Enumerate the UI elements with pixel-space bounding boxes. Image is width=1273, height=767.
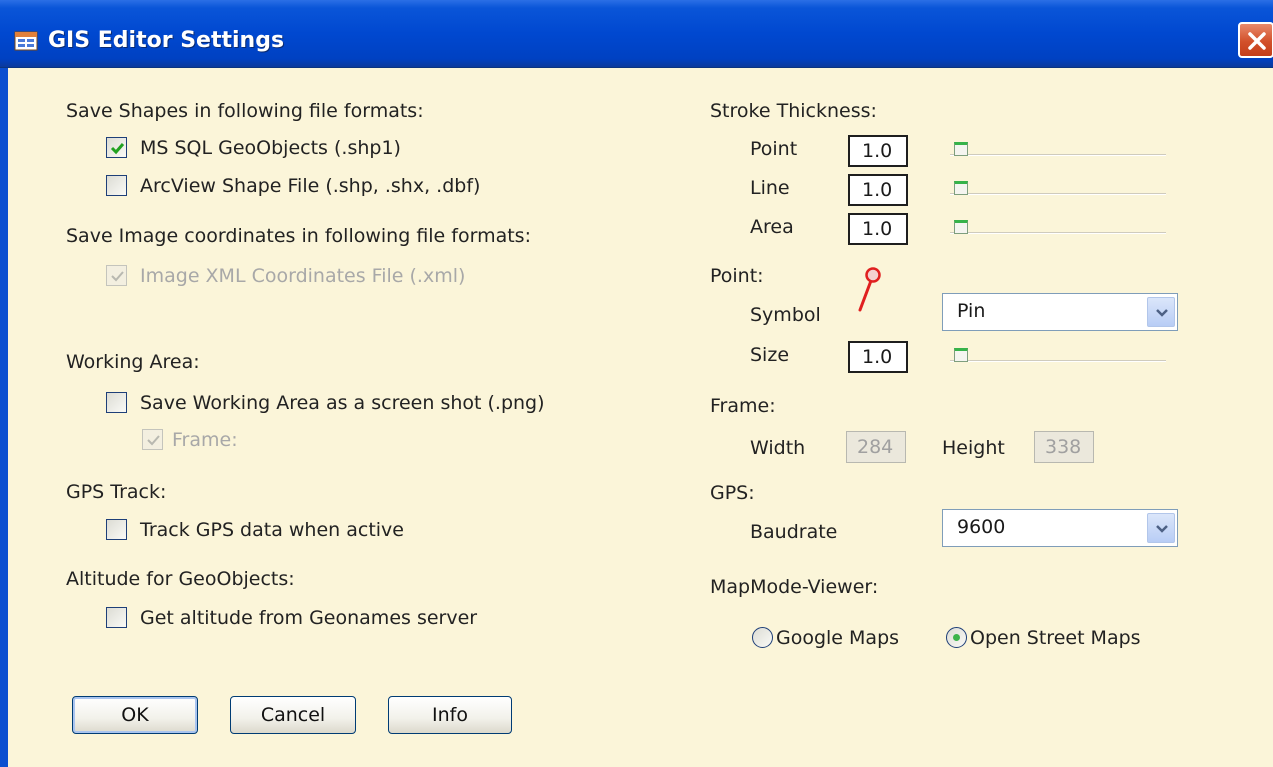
dialog-client-area: Save Shapes in following file formats: M… bbox=[8, 68, 1273, 767]
save-image-heading: Save Image coordinates in following file… bbox=[66, 225, 531, 247]
point-size-slider[interactable] bbox=[950, 346, 1166, 364]
frame-checkbox bbox=[142, 429, 163, 450]
gps-heading: GPS: bbox=[710, 482, 755, 504]
save-working-area-label[interactable]: Save Working Area as a screen shot (.png… bbox=[140, 392, 545, 414]
baudrate-label: Baudrate bbox=[750, 521, 838, 543]
chevron-down-icon bbox=[1156, 525, 1168, 533]
stroke-line-slider[interactable] bbox=[950, 179, 1166, 197]
stroke-thickness-heading: Stroke Thickness: bbox=[710, 100, 877, 122]
ms-sql-geoobjects-checkbox[interactable] bbox=[106, 137, 127, 158]
geonames-altitude-checkbox[interactable] bbox=[106, 607, 127, 628]
frame-heading: Frame: bbox=[710, 395, 776, 417]
save-shapes-heading: Save Shapes in following file formats: bbox=[66, 100, 424, 122]
stroke-point-input[interactable]: 1.0 bbox=[848, 135, 908, 167]
point-heading: Point: bbox=[710, 265, 764, 287]
google-maps-label[interactable]: Google Maps bbox=[776, 627, 899, 649]
baudrate-select[interactable]: 9600 bbox=[942, 509, 1178, 547]
ok-button[interactable]: OK bbox=[72, 696, 198, 734]
frame-checkbox-label: Frame: bbox=[172, 429, 238, 451]
pin-symbol-icon bbox=[858, 267, 881, 312]
slider-thumb[interactable] bbox=[954, 142, 968, 156]
title-bar[interactable]: GIS Editor Settings bbox=[0, 0, 1273, 68]
cancel-button[interactable]: Cancel bbox=[230, 696, 356, 734]
stroke-area-label: Area bbox=[750, 216, 794, 238]
ms-sql-geoobjects-label[interactable]: MS SQL GeoObjects (.shp1) bbox=[140, 137, 401, 159]
mapmode-heading: MapMode-Viewer: bbox=[710, 576, 879, 598]
info-button[interactable]: Info bbox=[388, 696, 512, 734]
open-street-maps-radio[interactable] bbox=[946, 627, 967, 648]
dropdown-button[interactable] bbox=[1147, 297, 1175, 327]
chevron-down-icon bbox=[1156, 309, 1168, 317]
slider-track bbox=[950, 154, 1166, 156]
slider-track bbox=[950, 232, 1166, 234]
image-xml-label: Image XML Coordinates File (.xml) bbox=[140, 265, 466, 287]
slider-thumb[interactable] bbox=[954, 220, 968, 234]
baudrate-value: 9600 bbox=[957, 516, 1006, 538]
window-border bbox=[0, 68, 8, 767]
track-gps-label[interactable]: Track GPS data when active bbox=[140, 519, 404, 541]
slider-thumb[interactable] bbox=[954, 348, 968, 362]
altitude-heading: Altitude for GeoObjects: bbox=[66, 568, 295, 590]
arcview-shape-label[interactable]: ArcView Shape File (.shp, .shx, .dbf) bbox=[140, 175, 480, 197]
working-area-heading: Working Area: bbox=[66, 351, 200, 373]
app-window-icon bbox=[14, 31, 38, 51]
point-symbol-select[interactable]: Pin bbox=[942, 293, 1178, 331]
geonames-altitude-label[interactable]: Get altitude from Geonames server bbox=[140, 607, 477, 629]
slider-track bbox=[950, 193, 1166, 195]
dropdown-button[interactable] bbox=[1147, 513, 1175, 543]
frame-height-input: 338 bbox=[1034, 431, 1094, 463]
save-working-area-checkbox[interactable] bbox=[106, 392, 127, 413]
arcview-shape-checkbox[interactable] bbox=[106, 175, 127, 196]
image-xml-checkbox bbox=[106, 265, 127, 286]
close-icon bbox=[1248, 32, 1266, 50]
checkmark-icon bbox=[110, 143, 125, 155]
stroke-line-label: Line bbox=[750, 177, 790, 199]
frame-width-label: Width bbox=[750, 437, 806, 459]
checkmark-icon bbox=[147, 435, 160, 446]
frame-width-input: 284 bbox=[846, 431, 906, 463]
stroke-line-input[interactable]: 1.0 bbox=[848, 174, 908, 206]
stroke-area-input[interactable]: 1.0 bbox=[848, 213, 908, 245]
stroke-point-slider[interactable] bbox=[950, 140, 1166, 158]
close-button[interactable] bbox=[1238, 22, 1273, 58]
frame-height-label: Height bbox=[942, 437, 1005, 459]
gps-track-heading: GPS Track: bbox=[66, 481, 167, 503]
slider-track bbox=[950, 360, 1166, 362]
point-symbol-value: Pin bbox=[957, 300, 986, 322]
stroke-area-slider[interactable] bbox=[950, 218, 1166, 236]
point-size-label: Size bbox=[750, 344, 790, 366]
stroke-point-label: Point bbox=[750, 138, 798, 160]
point-size-input[interactable]: 1.0 bbox=[848, 341, 908, 373]
settings-window: GIS Editor Settings Save Shapes in follo… bbox=[0, 0, 1273, 767]
radio-selected-dot bbox=[953, 634, 960, 641]
open-street-maps-label[interactable]: Open Street Maps bbox=[970, 627, 1141, 649]
point-symbol-label: Symbol bbox=[750, 304, 821, 326]
google-maps-radio[interactable] bbox=[752, 627, 773, 648]
window-title: GIS Editor Settings bbox=[48, 28, 285, 53]
slider-thumb[interactable] bbox=[954, 181, 968, 195]
track-gps-checkbox[interactable] bbox=[106, 519, 127, 540]
checkmark-icon bbox=[111, 271, 124, 282]
